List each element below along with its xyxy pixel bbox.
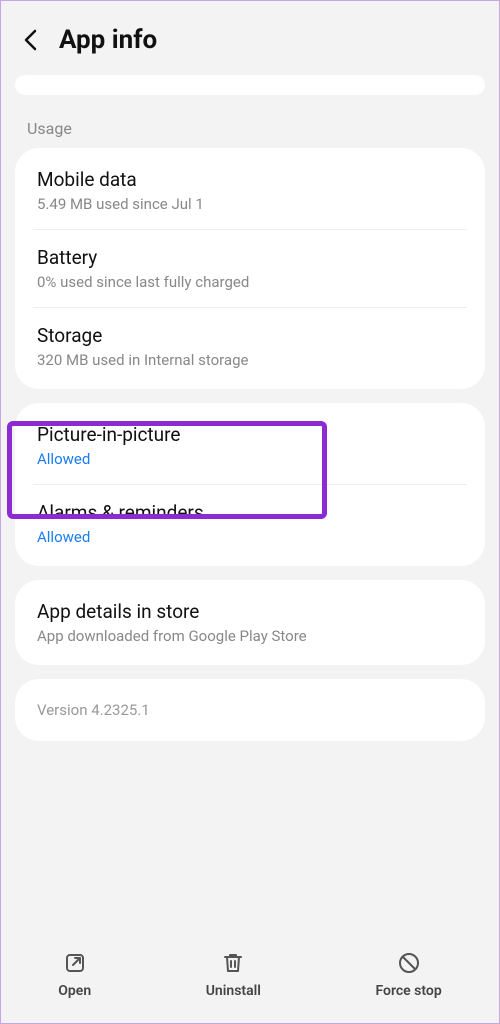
alarms-title: Alarms & reminders [37, 501, 463, 524]
stop-icon [397, 951, 421, 975]
alarms-status: Allowed [37, 528, 463, 546]
pip-title: Picture-in-picture [37, 423, 463, 446]
store-sub: App downloaded from Google Play Store [37, 627, 463, 645]
version-card: Version 4.2325.1 [15, 679, 485, 741]
usage-card: Mobile data 5.49 MB used since Jul 1 Bat… [15, 148, 485, 389]
uninstall-label: Uninstall [206, 983, 261, 999]
storage-row[interactable]: Storage 320 MB used in Internal storage [15, 308, 485, 385]
page-title: App info [59, 25, 157, 55]
battery-row[interactable]: Battery 0% used since last fully charged [15, 230, 485, 307]
open-label: Open [58, 983, 91, 999]
back-icon[interactable] [21, 29, 41, 51]
settings-card: Picture-in-picture Allowed Alarms & remi… [15, 403, 485, 566]
mobile-data-title: Mobile data [37, 168, 463, 191]
alarms-row[interactable]: Alarms & reminders Allowed [15, 485, 485, 562]
pip-status: Allowed [37, 450, 463, 468]
trash-icon [221, 951, 245, 975]
app-header: App info [1, 1, 499, 75]
usage-section-label: Usage [15, 105, 485, 148]
store-row[interactable]: App details in store App downloaded from… [15, 584, 485, 661]
content-area: Usage Mobile data 5.49 MB used since Jul… [1, 75, 499, 933]
bottom-action-bar: Open Uninstall Force stop [1, 933, 499, 1023]
battery-sub: 0% used since last fully charged [37, 273, 463, 291]
mobile-data-sub: 5.49 MB used since Jul 1 [37, 195, 463, 213]
previous-card-peek [15, 75, 485, 95]
open-button[interactable]: Open [58, 951, 91, 999]
store-title: App details in store [37, 600, 463, 623]
store-card: App details in store App downloaded from… [15, 580, 485, 665]
pip-row[interactable]: Picture-in-picture Allowed [15, 407, 485, 484]
force-stop-label: Force stop [375, 983, 441, 999]
open-icon [63, 951, 87, 975]
version-text: Version 4.2325.1 [37, 701, 463, 719]
mobile-data-row[interactable]: Mobile data 5.49 MB used since Jul 1 [15, 152, 485, 229]
battery-title: Battery [37, 246, 463, 269]
uninstall-button[interactable]: Uninstall [206, 951, 261, 999]
storage-sub: 320 MB used in Internal storage [37, 351, 463, 369]
force-stop-button[interactable]: Force stop [375, 951, 441, 999]
storage-title: Storage [37, 324, 463, 347]
